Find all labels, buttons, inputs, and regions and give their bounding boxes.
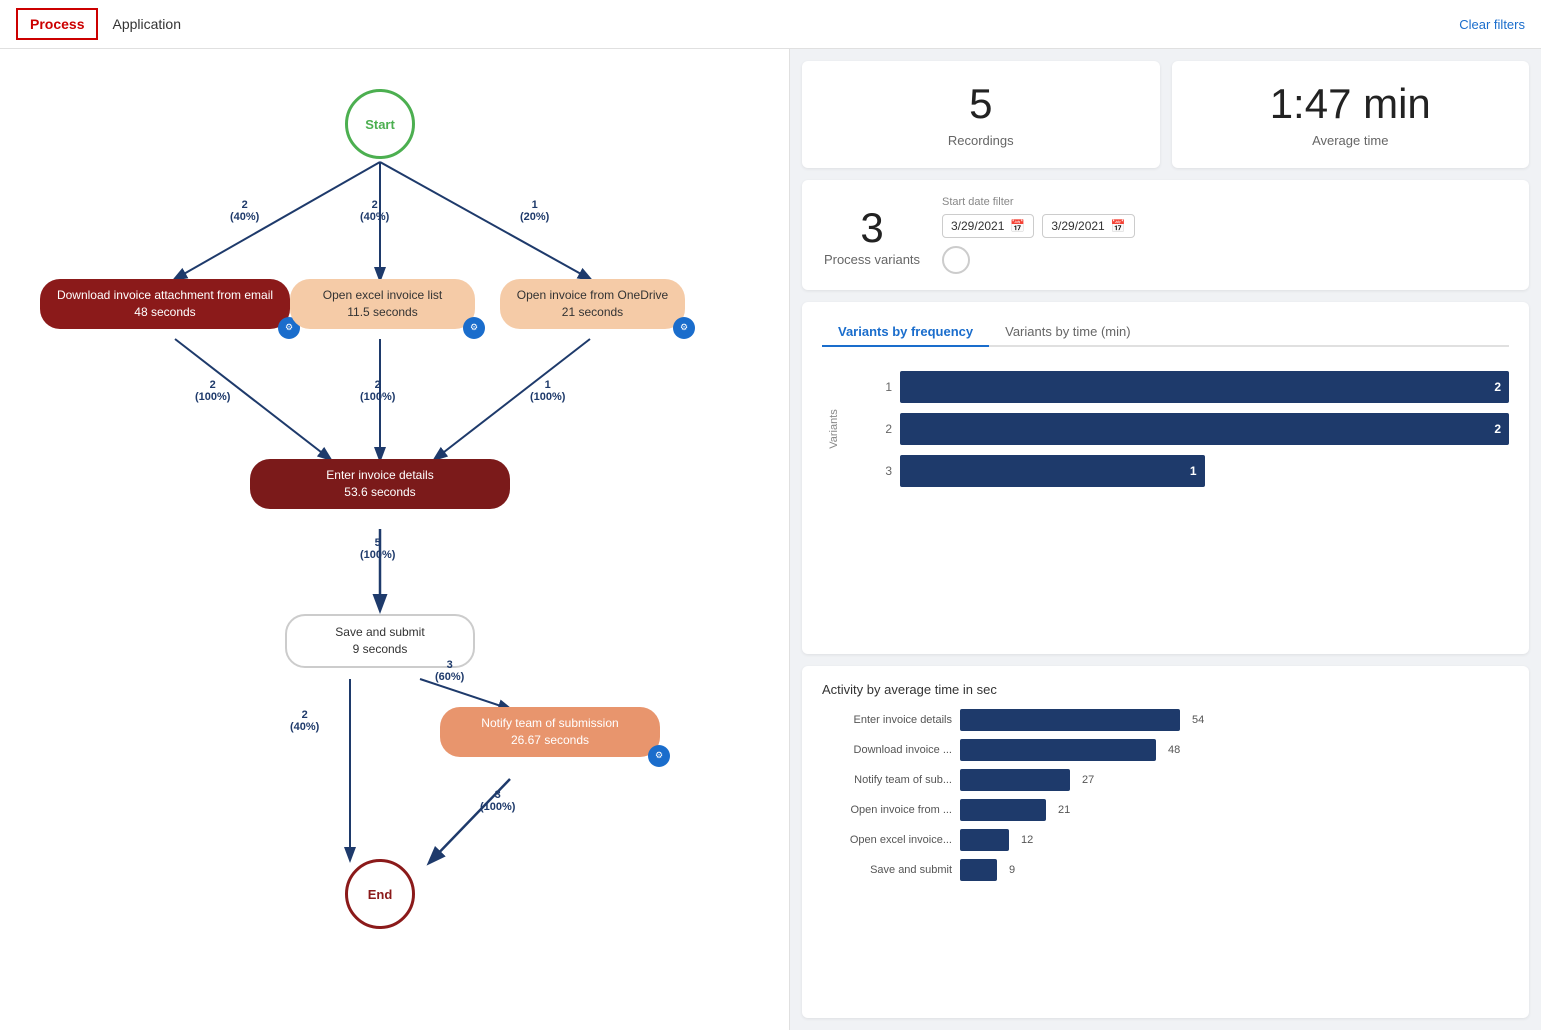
- calendar-icon-to: 📅: [1111, 219, 1126, 233]
- activity-bar-row-2: Notify team of sub... 27: [822, 769, 1509, 791]
- activity-value-1: 48: [1168, 744, 1180, 756]
- bar-1: 2: [900, 371, 1509, 403]
- edge-label-notify-end: 3(100%): [480, 789, 515, 813]
- activity-label-1: Download invoice ...: [822, 744, 952, 756]
- tab-variants-frequency[interactable]: Variants by frequency: [822, 318, 989, 347]
- flow-canvas: Start 2(40%) 2(40%) 1(20%) Download invo…: [20, 69, 770, 969]
- activity-bar-3: [960, 799, 1046, 821]
- flow-arrows: [20, 69, 770, 969]
- activity-bar-1: [960, 739, 1156, 761]
- bar-row-3: 3 1: [872, 455, 1509, 487]
- edge-label-save-end: 2(40%): [290, 709, 319, 733]
- y-axis-label: Variants: [828, 409, 840, 449]
- avg-time-card: 1:47 min Average time: [1172, 61, 1530, 168]
- bar-2: 2: [900, 413, 1509, 445]
- activity-bar-row-4: Open excel invoice... 12: [822, 829, 1509, 851]
- activity-value-5: 9: [1009, 864, 1015, 876]
- bar-label-3: 3: [872, 464, 892, 478]
- activity-bar-0: [960, 709, 1180, 731]
- node-open-excel[interactable]: Open excel invoice list11.5 seconds ⚙: [290, 279, 475, 329]
- activity-bar-5: [960, 859, 997, 881]
- node-enter-details[interactable]: Enter invoice details53.6 seconds: [250, 459, 510, 509]
- activity-bar-row-3: Open invoice from ... 21: [822, 799, 1509, 821]
- node-badge-onedrive: ⚙: [673, 317, 695, 339]
- activity-bar-row-0: Enter invoice details 54: [822, 709, 1509, 731]
- activity-value-4: 12: [1021, 834, 1033, 846]
- bar-value-3: 1: [1190, 464, 1197, 478]
- node-notify[interactable]: Notify team of submission26.67 seconds ⚙: [440, 707, 660, 757]
- tab-variants-time[interactable]: Variants by time (min): [989, 318, 1146, 347]
- node-download[interactable]: Download invoice attachment from email48…: [40, 279, 290, 329]
- recordings-card: 5 Recordings: [802, 61, 1160, 168]
- variants-count: 3: [822, 204, 922, 252]
- variants-chart-card: Variants by frequency Variants by time (…: [802, 302, 1529, 654]
- date-from-input[interactable]: 3/29/2021 📅: [942, 214, 1034, 238]
- activity-bars: Enter invoice details 54 Download invoic…: [822, 709, 1509, 881]
- bar-row-1: 1 2: [872, 371, 1509, 403]
- activity-bar-4: [960, 829, 1009, 851]
- start-node: Start: [345, 89, 415, 159]
- node-badge-notify: ⚙: [648, 745, 670, 767]
- variants-chart: 1 2 2 2: [872, 363, 1509, 495]
- variants-label: Process variants: [822, 252, 922, 267]
- activity-label-0: Enter invoice details: [822, 714, 952, 726]
- node-badge-excel: ⚙: [463, 317, 485, 339]
- edge-label-start-excel: 2(40%): [360, 199, 389, 223]
- tab-application[interactable]: Application: [98, 8, 195, 40]
- bar-container-1: 2: [900, 371, 1509, 403]
- activity-label-3: Open invoice from ...: [822, 804, 952, 816]
- end-node: End: [345, 859, 415, 929]
- activity-bar-row-1: Download invoice ... 48: [822, 739, 1509, 761]
- bar-container-3: 1: [900, 455, 1509, 487]
- process-flow-panel: Start 2(40%) 2(40%) 1(20%) Download invo…: [0, 49, 790, 1030]
- bar-label-1: 1: [872, 380, 892, 394]
- activity-chart-title: Activity by average time in sec: [822, 682, 1509, 697]
- variants-count-section: 3 Process variants: [822, 204, 922, 267]
- recordings-count: 5: [826, 81, 1136, 127]
- recordings-label: Recordings: [826, 133, 1136, 148]
- edge-label-save-notify: 3(60%): [435, 659, 464, 683]
- bar-row-2: 2 2: [872, 413, 1509, 445]
- activity-label-5: Save and submit: [822, 864, 952, 876]
- header: Process Application Clear filters: [0, 0, 1541, 49]
- activity-value-0: 54: [1192, 714, 1204, 726]
- date-to-value: 3/29/2021: [1051, 219, 1104, 233]
- edge-label-excel-enter: 2(100%): [360, 379, 395, 403]
- main-layout: Start 2(40%) 2(40%) 1(20%) Download invo…: [0, 49, 1541, 1030]
- stats-panel: 5 Recordings 1:47 min Average time 3 Pro…: [790, 49, 1541, 1030]
- activity-value-2: 27: [1082, 774, 1094, 786]
- date-filter-label: Start date filter: [942, 196, 1509, 208]
- edge-label-onedrive-enter: 1(100%): [530, 379, 565, 403]
- avg-time-value: 1:47 min: [1196, 81, 1506, 127]
- avg-time-label: Average time: [1196, 133, 1506, 148]
- stats-row: 5 Recordings 1:47 min Average time: [802, 61, 1529, 168]
- bar-container-2: 2: [900, 413, 1509, 445]
- date-from-value: 3/29/2021: [951, 219, 1004, 233]
- date-to-input[interactable]: 3/29/2021 📅: [1042, 214, 1134, 238]
- edge-label-start-onedrive: 1(20%): [520, 199, 549, 223]
- edge-label-start-download: 2(40%): [230, 199, 259, 223]
- date-row: 3/29/2021 📅 3/29/2021 📅: [942, 214, 1509, 238]
- activity-label-4: Open excel invoice...: [822, 834, 952, 846]
- filter-circle-button[interactable]: [942, 246, 970, 274]
- edge-label-download-enter: 2(100%): [195, 379, 230, 403]
- bar-value-1: 2: [1494, 380, 1501, 394]
- activity-value-3: 21: [1058, 804, 1070, 816]
- variants-chart-wrapper: Variants 1 2 2 2: [822, 363, 1509, 495]
- node-open-onedrive[interactable]: Open invoice from OneDrive21 seconds ⚙: [500, 279, 685, 329]
- tab-process[interactable]: Process: [16, 8, 98, 40]
- chart-tabs: Variants by frequency Variants by time (…: [822, 318, 1509, 347]
- bar-3: 1: [900, 455, 1205, 487]
- activity-bar-2: [960, 769, 1070, 791]
- clear-filters-button[interactable]: Clear filters: [1459, 17, 1525, 32]
- activity-bar-row-5: Save and submit 9: [822, 859, 1509, 881]
- activity-label-2: Notify team of sub...: [822, 774, 952, 786]
- activity-chart-card: Activity by average time in sec Enter in…: [802, 666, 1529, 1018]
- bar-value-2: 2: [1494, 422, 1501, 436]
- calendar-icon-from: 📅: [1010, 219, 1025, 233]
- process-variants-card: 3 Process variants Start date filter 3/2…: [802, 180, 1529, 290]
- bar-label-2: 2: [872, 422, 892, 436]
- date-filter-section: Start date filter 3/29/2021 📅 3/29/2021 …: [942, 196, 1509, 274]
- edge-label-enter-save: 5(100%): [360, 537, 395, 561]
